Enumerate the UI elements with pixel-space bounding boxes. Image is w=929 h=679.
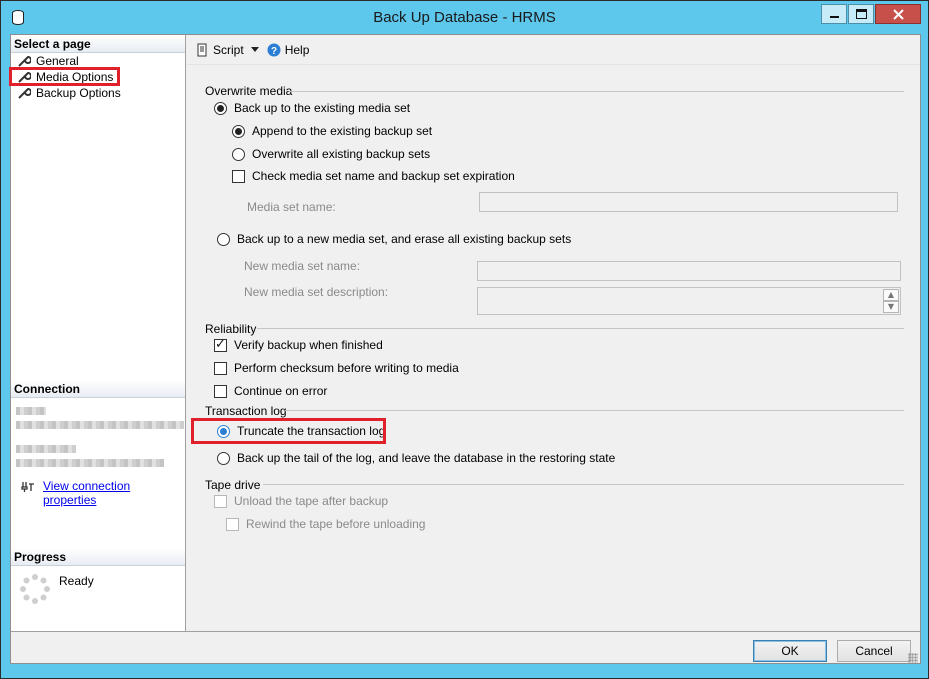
redacted-text [16,421,184,429]
page-item-backup-options[interactable]: Backup Options [17,85,121,101]
checkbox-indicator [226,517,239,531]
checkbox-indicator [214,337,227,352]
minimize-button[interactable] [821,4,847,24]
new-media-set-description-label: New media set description: [244,285,389,299]
chevron-down-icon[interactable] [250,46,259,53]
redacted-text [16,459,164,467]
radio-indicator [217,232,230,246]
option-label: Append to the existing backup set [252,124,433,138]
option-label: Unload the tape after backup [234,494,389,508]
backup-new-media-radio[interactable]: Back up to a new media set, and erase al… [217,232,571,246]
media-set-name-label: Media set name: [247,200,336,214]
divider [289,91,904,92]
view-connection-properties-link[interactable]: View connection properties [43,479,185,507]
maximize-icon [856,9,867,19]
new-media-set-name-label: New media set name: [244,259,361,273]
overwrite-all-radio[interactable]: Overwrite all existing backup sets [232,147,430,161]
options-panel: Script ? Help Overwrite media Back up to… [187,35,920,631]
unload-tape-checkbox[interactable]: Unload the tape after backup [214,494,388,508]
perform-checksum-checkbox[interactable]: Perform checksum before writing to media [214,361,459,375]
highlight-box [9,67,120,86]
window-title: Back Up Database - HRMS [373,9,556,26]
option-label: Perform checksum before writing to media [234,361,459,375]
option-label: Rewind the tape before unloading [246,517,426,531]
progress-header: Progress [11,548,185,566]
checkbox-indicator [214,494,227,508]
script-icon [197,43,207,56]
help-icon: ? [267,43,281,57]
option-label: Back up to a new media set, and erase al… [237,232,572,246]
redacted-text [16,407,46,415]
scroll-up-button[interactable]: ▲ [883,289,899,301]
divider [257,328,904,329]
overwrite-media-label: Overwrite media [205,84,293,98]
new-media-set-description-input[interactable]: ▲ ▼ [477,287,901,315]
connection-icon [21,482,34,492]
checkbox-indicator [232,169,245,183]
divider [263,484,904,485]
option-label: Continue on error [234,384,328,398]
radio-indicator [217,451,230,465]
tape-drive-label: Tape drive [205,478,261,492]
page-item-label: General [36,54,79,68]
backup-existing-media-radio[interactable]: Back up to the existing media set [214,101,410,115]
button-bar: OK Cancel [11,631,920,665]
backup-tail-log-radio[interactable]: Back up the tail of the log, and leave t… [217,451,615,465]
progress-spinner-icon [20,574,50,604]
dialog-client: Select a page General Media Options Back… [9,34,921,665]
transaction-log-label: Transaction log [205,404,287,418]
script-button[interactable]: Script [195,43,244,57]
help-button[interactable]: ? Help [267,42,310,57]
left-panel: Select a page General Media Options Back… [9,35,186,631]
svg-text:?: ? [271,46,277,57]
media-set-name-input[interactable] [479,192,898,212]
wrench-icon [18,87,31,99]
scroll-down-button[interactable]: ▼ [883,301,899,313]
option-label: Back up the tail of the log, and leave t… [237,451,616,465]
radio-indicator [214,101,227,115]
radio-indicator [232,124,245,138]
continue-on-error-checkbox[interactable]: Continue on error [214,384,327,398]
checkbox-indicator [214,384,227,398]
connection-header: Connection [11,380,185,398]
maximize-button[interactable] [848,4,874,24]
ok-button[interactable]: OK [753,640,827,662]
highlight-box [191,418,386,444]
title-bar[interactable]: Back Up Database - HRMS [1,1,928,33]
new-media-set-name-input[interactable] [477,261,901,281]
close-icon [893,9,904,20]
close-button[interactable] [875,4,921,24]
rewind-tape-checkbox[interactable]: Rewind the tape before unloading [226,517,425,531]
wrench-icon [18,55,31,67]
select-page-header: Select a page [11,35,185,53]
help-label: Help [284,42,310,57]
progress-status: Ready [59,574,94,588]
radio-indicator [232,147,245,161]
resize-grip[interactable] [908,653,918,663]
append-backup-set-radio[interactable]: Append to the existing backup set [232,124,432,138]
reliability-label: Reliability [205,322,257,336]
verify-backup-checkbox[interactable]: Verify backup when finished [214,337,383,352]
option-label: Overwrite all existing backup sets [252,147,431,161]
option-label: Back up to the existing media set [234,101,411,115]
check-media-set-checkbox[interactable]: Check media set name and backup set expi… [232,169,515,183]
minimize-icon [830,16,839,18]
toolbar: Script ? Help [187,35,920,65]
page-item-label: Backup Options [36,86,121,100]
redacted-text [16,445,76,453]
option-label: Check media set name and backup set expi… [252,169,515,183]
script-label: Script [213,42,244,57]
dialog-window: Back Up Database - HRMS Select a page Ge… [0,0,929,679]
option-label: Verify backup when finished [234,338,383,352]
checkbox-indicator [214,361,227,375]
cancel-button[interactable]: Cancel [837,640,911,662]
divider [285,410,904,411]
